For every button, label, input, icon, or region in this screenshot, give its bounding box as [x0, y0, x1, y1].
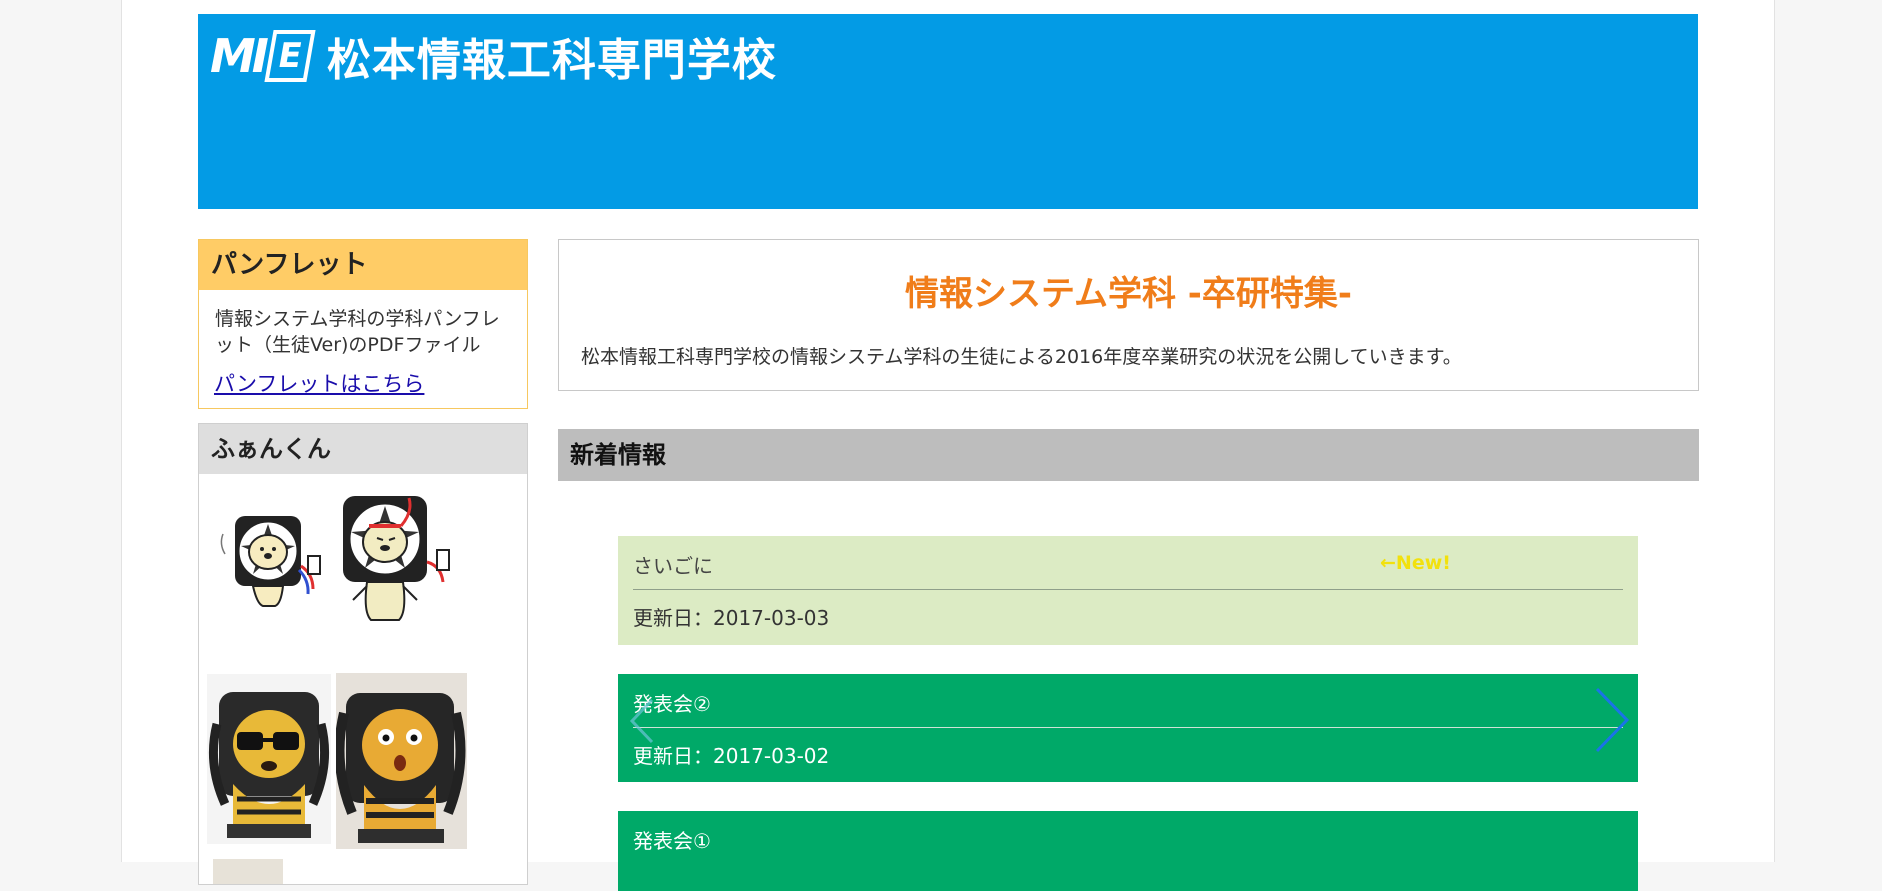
pamphlet-box: パンフレット 情報システム学科の学科パンフレット（生徒Ver)のPDFファイル …	[198, 239, 528, 409]
fan-mascot-image-partial[interactable]	[213, 859, 283, 884]
pamphlet-link[interactable]: パンフレットはこちら	[214, 368, 424, 398]
news-item[interactable]: 発表会② 更新日：2017-03-02	[618, 674, 1638, 782]
intro-description: 松本情報工科専門学校の情報システム学科の生徒による2016年度卒業研究の状況を公…	[581, 346, 1462, 368]
fan-mascot-title: ふぁんくん	[199, 424, 527, 474]
next-arrow-icon	[1595, 687, 1630, 753]
fan-mascot-drawing-small[interactable]	[213, 494, 333, 624]
fan-mascot-figure-glasses[interactable]	[207, 674, 331, 844]
news-item-divider	[633, 589, 1623, 590]
logo-mark: MI E	[210, 29, 316, 83]
prev-arrow-icon	[629, 698, 654, 744]
fan-mascot-drawing-small-icon	[220, 516, 321, 607]
carousel-next-button[interactable]	[1593, 687, 1631, 757]
news-item-divider	[633, 727, 1623, 728]
school-name: 松本情報工科専門学校	[326, 35, 777, 86]
news-item[interactable]: 発表会①	[618, 811, 1638, 891]
fan-mascot-figure-glasses-icon	[207, 674, 331, 844]
fan-mascot-figure-photo-icon	[334, 673, 467, 849]
new-badge: ←New!	[1380, 552, 1451, 574]
logo-mark-letters: MI	[210, 29, 269, 83]
news-item-date: 更新日：2017-03-02	[633, 744, 830, 768]
carousel-prev-button[interactable]	[628, 698, 656, 748]
site-header: MI E 松本情報工科専門学校	[198, 14, 1698, 209]
news-item-title: さいごに	[633, 554, 713, 578]
pamphlet-description: 情報システム学科の学科パンフレット（生徒Ver)のPDFファイル	[215, 308, 500, 356]
news-heading-bar: 新着情報	[558, 429, 1699, 481]
news-item-latest[interactable]: さいごに ←New! 更新日：2017-03-03	[618, 536, 1638, 645]
site-logo[interactable]: MI E 松本情報工科専門学校	[210, 28, 777, 86]
fan-mascot-figure-photo[interactable]	[334, 673, 467, 849]
intro-panel: 情報システム学科 -卒研特集- 松本情報工科専門学校の情報システム学科の生徒によ…	[558, 239, 1699, 391]
news-item-title: 発表会①	[633, 829, 711, 853]
fan-mascot-drawing-standing-icon	[343, 496, 450, 621]
pamphlet-title: パンフレット	[199, 240, 527, 290]
news-item-date: 更新日：2017-03-03	[633, 606, 830, 630]
logo-mark-e-box: E	[264, 30, 316, 82]
page-title: 情報システム学科 -卒研特集-	[904, 274, 1353, 314]
fan-mascot-box: ふぁんくん	[198, 423, 528, 885]
fan-mascot-drawing-standing[interactable]	[333, 482, 463, 627]
news-heading: 新着情報	[570, 441, 666, 469]
